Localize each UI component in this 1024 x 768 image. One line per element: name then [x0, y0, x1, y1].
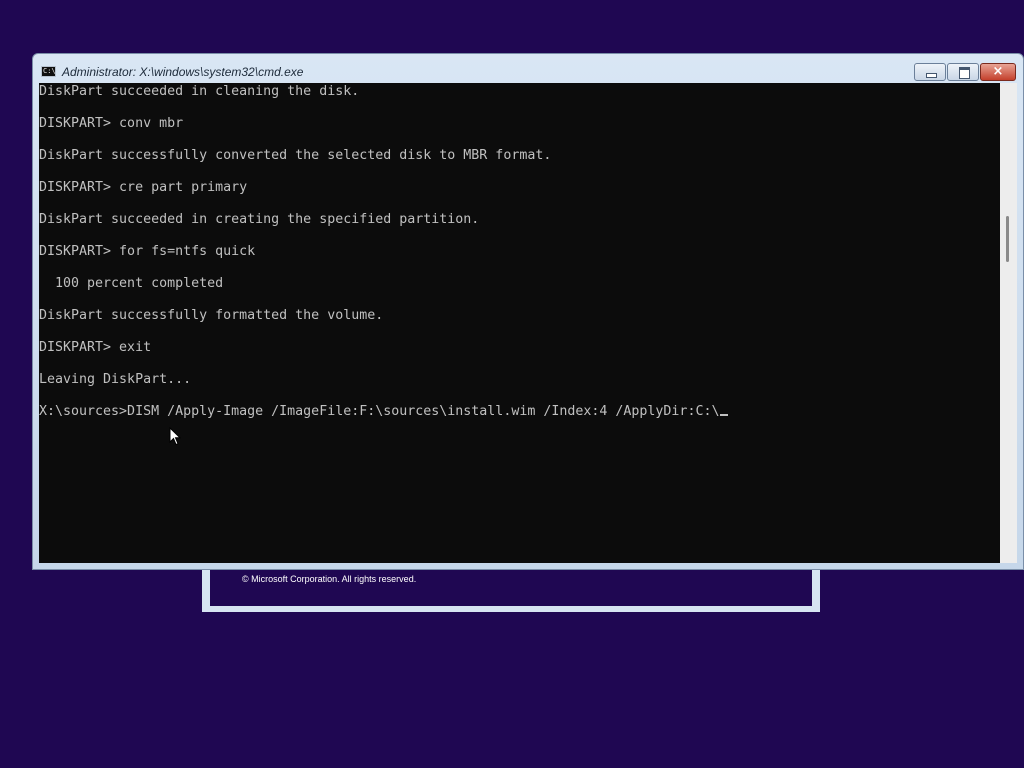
command-text[interactable]: X:\sources>DISM /Apply-Image /ImageFile:… — [39, 404, 719, 419]
console-line: DISKPART> for fs=ntfs quick — [39, 244, 256, 259]
minimize-button[interactable] — [914, 63, 946, 81]
restore-icon — [959, 67, 970, 79]
console-line: DISKPART> cre part primary — [39, 180, 248, 195]
title-bar[interactable]: C:\ Administrator: X:\windows\system32\c… — [33, 54, 1023, 84]
console-line: DiskPart successfully converted the sele… — [39, 148, 552, 163]
cmd-icon-label: C:\ — [43, 67, 56, 75]
cmd-icon[interactable]: C:\ — [41, 66, 56, 77]
mouse-pointer-icon — [169, 427, 181, 446]
maximize-button[interactable] — [947, 63, 979, 81]
copyright-text: © Microsoft Corporation. All rights rese… — [242, 574, 417, 584]
text-cursor — [720, 414, 729, 416]
console-line: DISKPART> conv mbr — [39, 116, 184, 131]
command-prompt-window[interactable]: C:\ Administrator: X:\windows\system32\c… — [32, 53, 1024, 570]
command-input-line[interactable]: X:\sources>DISM /Apply-Image /ImageFile:… — [39, 404, 729, 420]
scrollbar-thumb[interactable] — [1006, 216, 1009, 262]
console-line: 100 percent completed — [39, 276, 224, 291]
console-output[interactable]: DiskPart succeeded in cleaning the disk.… — [39, 83, 1000, 563]
console-line: DiskPart successfully formatted the volu… — [39, 308, 384, 323]
vertical-scrollbar[interactable] — [1000, 83, 1017, 563]
console-line: DISKPART> exit — [39, 340, 152, 355]
console-line: DiskPart succeeded in creating the speci… — [39, 212, 480, 227]
close-icon: × — [992, 64, 1004, 79]
window-title: Administrator: X:\windows\system32\cmd.e… — [62, 65, 304, 79]
console-line: DiskPart succeeded in cleaning the disk. — [39, 84, 360, 99]
console-line: Leaving DiskPart... — [39, 372, 192, 387]
minimize-icon — [926, 73, 937, 78]
close-button[interactable]: × — [980, 63, 1016, 81]
